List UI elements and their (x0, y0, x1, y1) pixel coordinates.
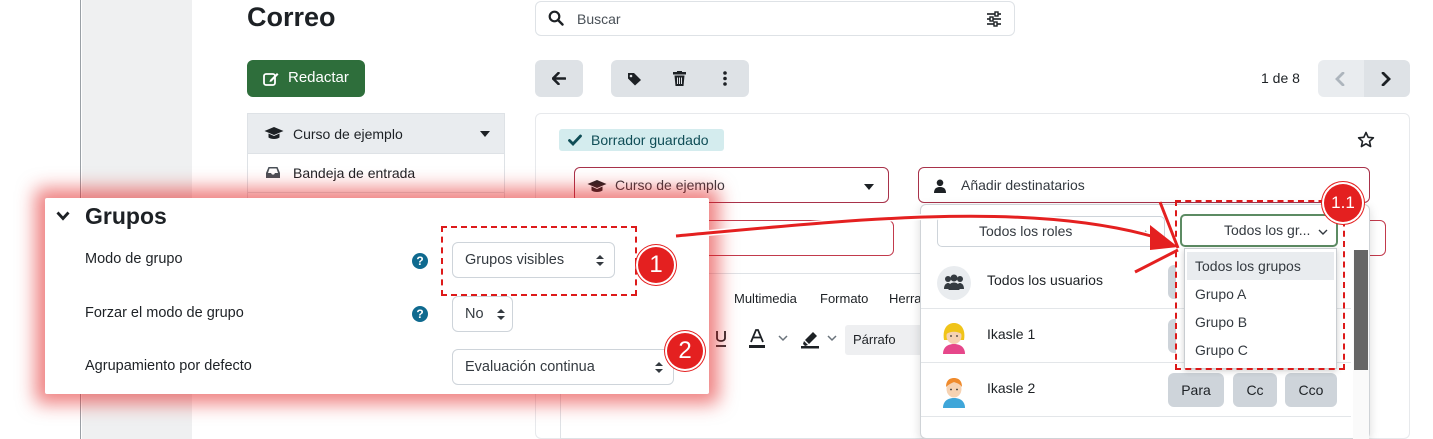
menu-item-tools[interactable]: Herra (889, 291, 922, 306)
graduation-cap-icon (264, 127, 284, 139)
arrow-left-icon (552, 72, 566, 85)
paragraph-style-select[interactable]: Párrafo (845, 325, 925, 355)
updown-icon (655, 362, 663, 373)
updown-icon (596, 255, 604, 266)
course-dropdown[interactable]: Curso de ejemplo (248, 114, 504, 154)
text-color-icon[interactable] (748, 329, 766, 349)
default-grouping-label: Agrupamiento por defecto (85, 358, 252, 374)
next-page-button[interactable] (1364, 60, 1410, 97)
force-group-mode-select[interactable]: No (452, 296, 513, 332)
inbox-tray-icon (266, 167, 280, 178)
previous-page-button[interactable] (1318, 60, 1364, 97)
force-group-mode-value: No (465, 306, 484, 322)
course-navigation: Curso de ejemplo Bandeja de entrada (247, 113, 505, 203)
chevron-down-icon[interactable] (827, 335, 837, 342)
chevron-left-icon (1335, 72, 1345, 86)
add-recipients-label: Añadir destinatarios (961, 177, 1085, 193)
updown-icon (497, 309, 505, 320)
annotation-marker-1: 1 (638, 247, 674, 283)
inbox-label: Bandeja de entrada (293, 165, 416, 181)
group-mode-select[interactable]: Grupos visibles (452, 242, 615, 278)
tag-icon[interactable] (627, 72, 642, 86)
status-badge: Borrador guardado (559, 129, 724, 151)
female-avatar-icon (937, 320, 971, 354)
star-icon[interactable] (1357, 131, 1375, 149)
annotation-marker-1-1: 1.1 (1324, 184, 1362, 222)
more-vertical-icon[interactable] (723, 71, 727, 86)
menu-item-format[interactable]: Formato (820, 291, 868, 306)
paragraph-style-label: Párrafo (853, 332, 896, 347)
page-title: Correo (247, 2, 336, 32)
roles-filter-label: Todos los roles (979, 223, 1073, 239)
check-icon (568, 134, 582, 146)
highlighter-icon[interactable] (800, 329, 820, 349)
graduation-cap-icon (587, 180, 607, 192)
users-group-icon (937, 266, 971, 300)
male-avatar-icon (937, 374, 971, 408)
search-icon (548, 10, 564, 26)
message-course-label: Curso de ejemplo (615, 177, 725, 193)
force-group-mode-label: Forzar el modo de grupo (85, 305, 244, 321)
chevron-down-icon (56, 211, 70, 221)
edit-icon (263, 73, 279, 86)
add-recipients-field[interactable]: Añadir destinatarios (918, 167, 1370, 203)
caret-down-icon (864, 184, 874, 190)
caret-down-icon (480, 131, 490, 137)
message-actions-toolbar (611, 60, 749, 97)
user-icon (934, 179, 946, 193)
to-button[interactable]: Para (1168, 373, 1224, 407)
chevron-down-icon[interactable] (778, 335, 788, 342)
menu-item-media[interactable]: Multimedia (734, 291, 797, 306)
sidebar-item-inbox[interactable]: Bandeja de entrada (248, 154, 504, 193)
annotation-marker-2: 2 (667, 333, 703, 369)
bcc-button[interactable]: Cco (1285, 373, 1337, 407)
roles-filter-select[interactable]: Todos los roles (937, 216, 1165, 247)
recipient-row[interactable]: Ikasle 2 Para Cc Cco (921, 363, 1351, 417)
search-input[interactable]: Buscar (535, 1, 1015, 36)
recipient-name: Ikasle 1 (987, 326, 1036, 342)
groups-settings-panel: Grupos Modo de grupo ? Grupos visibles 1… (45, 198, 709, 394)
search-placeholder: Buscar (577, 11, 621, 27)
compose-button[interactable]: Redactar (247, 60, 365, 97)
scrollbar-thumb[interactable] (1354, 250, 1368, 370)
default-grouping-select[interactable]: Evaluación continua (452, 349, 674, 385)
underline-icon[interactable] (714, 330, 728, 348)
help-icon[interactable]: ? (412, 306, 428, 322)
groups-heading: Grupos (85, 203, 167, 229)
course-label: Curso de ejemplo (293, 126, 403, 142)
group-mode-label: Modo de grupo (85, 251, 183, 267)
recipients-scrollbar[interactable] (1353, 250, 1369, 439)
recipient-name: Todos los usuarios (987, 272, 1103, 288)
group-mode-value: Grupos visibles (465, 252, 565, 268)
default-grouping-value: Evaluación continua (465, 359, 595, 375)
compose-label: Redactar (288, 69, 349, 86)
help-icon[interactable]: ? (412, 253, 428, 269)
pager-count: 1 de 8 (1261, 70, 1300, 86)
annotation-highlight-1-1 (1175, 200, 1345, 370)
cc-button[interactable]: Cc (1233, 373, 1277, 407)
status-text: Borrador guardado (591, 132, 709, 148)
trash-icon[interactable] (673, 71, 686, 86)
recipient-name: Ikasle 2 (987, 380, 1036, 396)
chevron-down-icon (1144, 230, 1154, 236)
filter-sliders-icon[interactable] (986, 11, 1002, 27)
back-button[interactable] (535, 60, 583, 97)
chevron-right-icon (1381, 72, 1391, 86)
